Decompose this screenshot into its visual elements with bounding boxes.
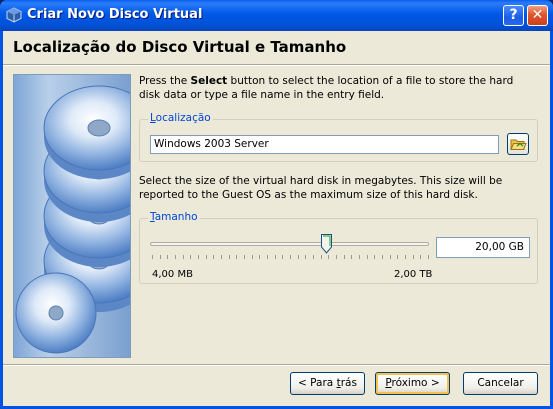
slider-tick [328,255,329,259]
slider-tick [190,255,191,259]
slider-tick [397,255,398,259]
disk-single [15,272,97,354]
size-min-label: 4,00 MB [152,269,193,280]
location-input[interactable]: Windows 2003 Server [150,135,499,154]
slider-tick [160,255,161,259]
slider-tick [183,255,184,259]
slider-tick [152,255,153,259]
slider-tick [336,255,337,259]
location-desc-text: Press the [139,75,191,87]
slider-tick [382,255,383,259]
slider-tick [428,255,429,259]
slider-tick [236,255,237,259]
disk-stack-graphic [15,85,130,354]
slider-tick [259,255,260,259]
slider-tick [213,255,214,259]
disk-stack-image [13,74,131,358]
size-description: Select the size of the virtual hard disk… [139,175,503,201]
footer-divider-highlight [3,365,550,366]
select-keyword: Select [190,75,228,87]
size-input[interactable]: 20,00 GB [436,237,530,258]
page-title: Localização do Disco Virtual e Tamanho [13,38,347,56]
location-group: Localização Windows 2003 Server [139,112,538,162]
back-button[interactable]: < Para trás [290,372,365,395]
slider-tick [298,255,299,259]
slider-tick [367,255,368,259]
slider-tick [229,255,230,259]
next-label-post: róximo > [391,377,440,389]
help-button[interactable]: ? [503,5,524,26]
slider-tick [175,255,176,259]
slider-tick [413,255,414,259]
slider-tick [321,255,322,259]
slider-tick [275,255,276,259]
back-label-post: rás [340,377,357,389]
size-slider-ticks [152,255,429,259]
back-label-pre: < Para [298,377,337,389]
select-location-button[interactable] [507,133,529,155]
slider-tick [390,255,391,259]
slider-tick [198,255,199,259]
location-description: Press the Select button to select the lo… [139,74,535,102]
dialog-window: Criar Novo Disco Virtual ? ✕ Localização… [0,0,553,409]
slider-tick [313,255,314,259]
slider-tick [282,255,283,259]
slider-tick [374,255,375,259]
slider-tick [206,255,207,259]
slider-tick [252,255,253,259]
slider-tick [420,255,421,259]
slider-tick [305,255,306,259]
slider-tick [221,255,222,259]
slider-tick [244,255,245,259]
virtualbox-icon [6,7,22,23]
size-group: Tamanho 20,00 GB 4,00 MB 2,00 TB [139,211,538,284]
slider-tick [344,255,345,259]
slider-tick [267,255,268,259]
size-slider-thumb[interactable] [320,234,332,254]
location-label-rest: ocalização [155,112,211,124]
cancel-button[interactable]: Cancelar [463,372,538,395]
window-title: Criar Novo Disco Virtual [27,7,203,22]
slider-tick [167,255,168,259]
title-bar[interactable]: Criar Novo Disco Virtual ? ✕ [0,0,553,31]
location-group-label: Localização [148,112,213,124]
header-divider-highlight [3,65,550,66]
slider-tick [405,255,406,259]
slider-tick [359,255,360,259]
folder-open-icon [510,139,527,150]
slider-tick [290,255,291,259]
size-group-label: Tamanho [148,211,200,223]
size-max-label: 2,00 TB [394,269,433,280]
close-button[interactable]: ✕ [527,5,548,26]
next-button[interactable]: Próximo > [375,372,450,395]
page-header: Localização do Disco Virtual e Tamanho [3,31,550,62]
size-label-rest: amanho [154,211,198,223]
size-slider-track[interactable] [150,242,429,246]
dialog-client: Localização do Disco Virtual e Tamanho P… [3,31,550,406]
slider-tick [351,255,352,259]
